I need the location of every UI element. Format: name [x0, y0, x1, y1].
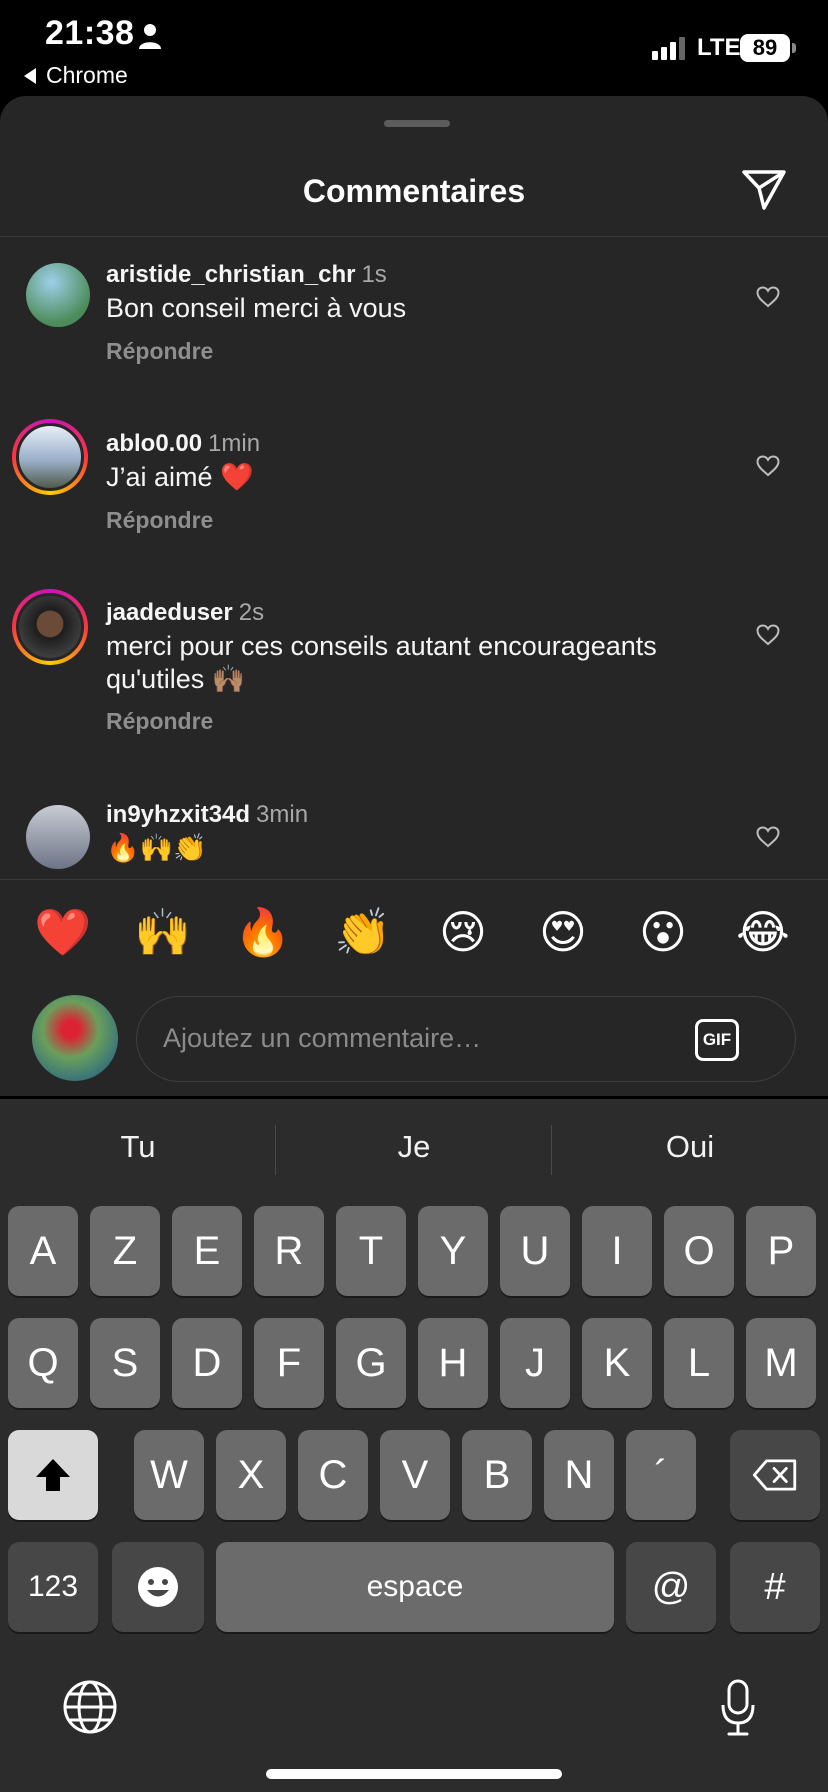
- gif-button[interactable]: GIF: [695, 1019, 739, 1061]
- key-q[interactable]: Q: [8, 1318, 78, 1408]
- key-t[interactable]: T: [336, 1206, 406, 1296]
- person-icon: [139, 24, 161, 49]
- heart-icon[interactable]: [756, 826, 780, 848]
- emoji-face-icon: [138, 1567, 178, 1607]
- key-c[interactable]: C: [298, 1430, 368, 1520]
- shift-icon: [36, 1459, 70, 1491]
- comment-username[interactable]: ablo0.00 1min: [106, 430, 260, 458]
- heart-icon[interactable]: [756, 624, 780, 646]
- numbers-key[interactable]: 123: [8, 1542, 98, 1632]
- comment-time: 1s: [361, 261, 387, 288]
- key-a[interactable]: A: [8, 1206, 78, 1296]
- key-d[interactable]: D: [172, 1318, 242, 1408]
- back-to-app-link[interactable]: Chrome: [24, 62, 128, 89]
- key-x[interactable]: X: [216, 1430, 286, 1520]
- comment-time: 3min: [256, 801, 309, 828]
- status-time: 21:38: [45, 14, 135, 52]
- current-user-avatar: [32, 995, 118, 1081]
- comment-text: 🔥🙌👏: [106, 833, 207, 863]
- key-y[interactable]: Y: [418, 1206, 488, 1296]
- comment-username[interactable]: jaadeduser 2s: [106, 599, 264, 627]
- emoji-heart-button[interactable]: ❤️: [33, 902, 93, 962]
- emoji-laughing-button[interactable]: 😂: [733, 902, 793, 962]
- comment-time: 2s: [238, 599, 265, 626]
- home-indicator[interactable]: [266, 1769, 562, 1779]
- reply-button[interactable]: Répondre: [106, 338, 213, 365]
- comments-list[interactable]: aristide_christian_chr 1s Bon conseil mer…: [0, 237, 828, 877]
- microphone-icon[interactable]: [720, 1679, 756, 1737]
- battery-icon: 89: [740, 34, 796, 62]
- comment-time: 1min: [208, 430, 261, 457]
- key-u[interactable]: U: [500, 1206, 570, 1296]
- divider: [0, 879, 828, 880]
- back-app-label: Chrome: [46, 62, 128, 88]
- space-key[interactable]: espace: [216, 1542, 614, 1632]
- shift-key[interactable]: [8, 1430, 98, 1520]
- status-bar: 21:38 Chrome LTE 89: [0, 0, 828, 96]
- sheet-title: Commentaires: [302, 173, 526, 209]
- back-arrow-icon: [24, 67, 36, 84]
- key-z[interactable]: Z: [90, 1206, 160, 1296]
- key-s[interactable]: S: [90, 1318, 160, 1408]
- heart-icon[interactable]: [756, 455, 780, 477]
- avatar[interactable]: [26, 805, 90, 869]
- delete-key[interactable]: [730, 1430, 820, 1520]
- emoji-raised-hands-button[interactable]: 🙌: [133, 902, 193, 962]
- key-i[interactable]: I: [582, 1206, 652, 1296]
- key-acute-accent[interactable]: ´: [626, 1430, 696, 1520]
- key-w[interactable]: W: [134, 1430, 204, 1520]
- comment-username[interactable]: in9yhzxit34d 3min: [106, 801, 308, 829]
- key-n[interactable]: N: [544, 1430, 614, 1520]
- comment-input[interactable]: Ajoutez un commentaire… GIF: [136, 996, 796, 1082]
- comment-text: Bon conseil merci à vous: [106, 293, 407, 323]
- avatar[interactable]: [12, 589, 88, 665]
- at-key[interactable]: @: [626, 1542, 716, 1632]
- backspace-icon: [752, 1459, 797, 1491]
- quick-emoji-bar: ❤️ 🙌 🔥 👏 😢 😍 😮 😂: [0, 902, 828, 962]
- key-p[interactable]: P: [746, 1206, 816, 1296]
- reply-button[interactable]: Répondre: [106, 507, 213, 534]
- emoji-surprised-button[interactable]: 😮: [633, 902, 693, 962]
- emoji-fire-button[interactable]: 🔥: [233, 902, 293, 962]
- key-v[interactable]: V: [380, 1430, 450, 1520]
- comment-username[interactable]: aristide_christian_chr 1s: [106, 261, 387, 289]
- comments-sheet: Commentaires aristide_christian_chr 1s Bo…: [0, 96, 828, 1096]
- key-b[interactable]: B: [462, 1430, 532, 1520]
- key-j[interactable]: J: [500, 1318, 570, 1408]
- heart-icon[interactable]: [756, 286, 780, 308]
- comment-text: merci pour ces conseils autant encourage…: [106, 631, 657, 694]
- network-type: LTE: [697, 34, 741, 61]
- key-e[interactable]: E: [172, 1206, 242, 1296]
- key-g[interactable]: G: [336, 1318, 406, 1408]
- avatar[interactable]: [12, 419, 88, 495]
- send-icon[interactable]: [740, 168, 788, 212]
- cellular-signal-icon: [652, 36, 685, 60]
- globe-icon[interactable]: [62, 1679, 118, 1735]
- key-r[interactable]: R: [254, 1206, 324, 1296]
- emoji-key[interactable]: [112, 1542, 204, 1632]
- suggestion-item[interactable]: Tu: [0, 1129, 276, 1165]
- emoji-clap-button[interactable]: 👏: [333, 902, 393, 962]
- hash-key[interactable]: #: [730, 1542, 820, 1632]
- reply-button[interactable]: Répondre: [106, 708, 213, 735]
- emoji-crying-button[interactable]: 😢: [433, 902, 493, 962]
- key-l[interactable]: L: [664, 1318, 734, 1408]
- key-h[interactable]: H: [418, 1318, 488, 1408]
- comment-text: J’ai aimé ❤️: [106, 462, 254, 492]
- emoji-heart-eyes-button[interactable]: 😍: [533, 902, 593, 962]
- comment-input-placeholder: Ajoutez un commentaire…: [163, 1023, 482, 1053]
- key-f[interactable]: F: [254, 1318, 324, 1408]
- sheet-grabber[interactable]: [384, 120, 450, 127]
- suggestion-bar: Tu Je Oui: [0, 1099, 828, 1199]
- keyboard: Tu Je Oui A Z E R T Y U I O P Q S D F G …: [0, 1099, 828, 1792]
- key-m[interactable]: M: [746, 1318, 816, 1408]
- avatar[interactable]: [26, 263, 90, 327]
- suggestion-item[interactable]: Oui: [552, 1129, 828, 1165]
- suggestion-item[interactable]: Je: [276, 1129, 552, 1165]
- key-k[interactable]: K: [582, 1318, 652, 1408]
- key-o[interactable]: O: [664, 1206, 734, 1296]
